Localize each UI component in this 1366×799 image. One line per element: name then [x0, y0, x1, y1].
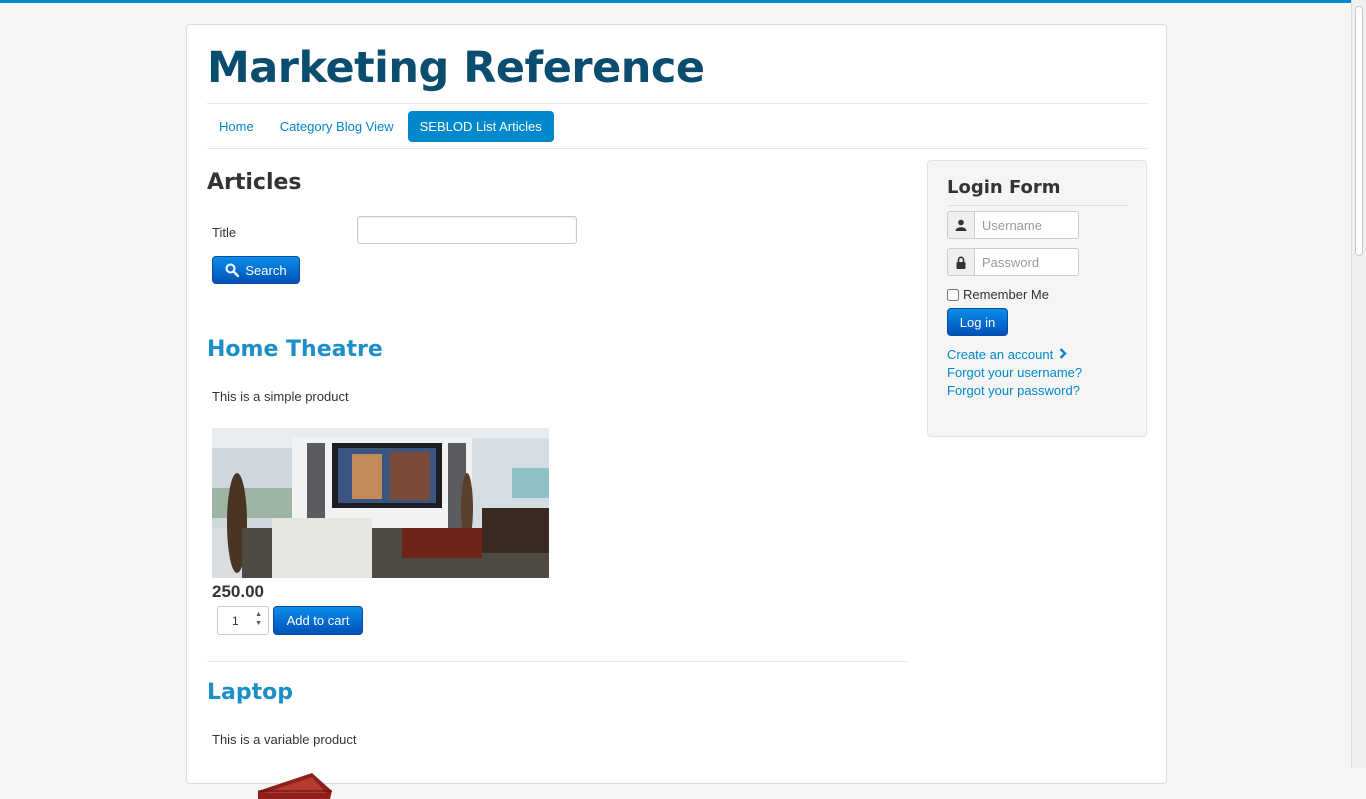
article-description: This is a simple product [212, 389, 349, 404]
username-input[interactable] [975, 211, 1079, 239]
password-input[interactable] [975, 248, 1079, 276]
divider [947, 205, 1128, 206]
chevron-right-icon [1059, 346, 1067, 364]
login-form-title: Login Form [947, 177, 1061, 198]
title-filter-input[interactable] [357, 216, 577, 244]
page-container: Marketing Reference Home Category Blog V… [186, 24, 1167, 799]
main-nav: Home Category Blog View SEBLOD List Arti… [207, 111, 554, 142]
quantity-value: 1 [232, 614, 239, 628]
remember-me[interactable]: Remember Me [947, 287, 1049, 302]
forgot-password-link[interactable]: Forgot your password? [947, 382, 1082, 400]
quantity-stepper[interactable]: 1 ▲ ▼ [217, 606, 269, 635]
add-to-cart-button[interactable]: Add to cart [273, 606, 363, 635]
login-module: Login Form Remember Me [927, 160, 1147, 437]
user-icon [947, 211, 975, 239]
home-theatre-image[interactable] [212, 428, 549, 578]
scrollbar-thumb[interactable] [1355, 6, 1363, 256]
password-field-group [947, 248, 1079, 276]
login-links: Create an account Forgot your username? … [947, 346, 1082, 400]
nav-item-category-blog-view[interactable]: Category Blog View [268, 111, 406, 142]
laptop-image[interactable] [212, 769, 549, 799]
login-button[interactable]: Log in [947, 308, 1008, 336]
spinner-arrows-icon[interactable]: ▲ ▼ [255, 610, 262, 628]
page-title: Articles [207, 170, 302, 195]
nav-item-seblod-list-articles[interactable]: SEBLOD List Articles [407, 111, 554, 142]
forgot-username-link[interactable]: Forgot your username? [947, 364, 1082, 382]
article-title-laptop[interactable]: Laptop [207, 680, 293, 705]
article-title-home-theatre[interactable]: Home Theatre [207, 337, 383, 362]
remember-me-label: Remember Me [963, 287, 1049, 302]
search-button-label: Search [245, 262, 287, 278]
search-icon [225, 263, 240, 277]
vertical-scrollbar[interactable] [1351, 0, 1366, 768]
top-accent-bar [0, 0, 1366, 3]
article-description: This is a variable product [212, 732, 357, 747]
nav-item-home[interactable]: Home [207, 111, 266, 142]
search-button[interactable]: Search [212, 256, 300, 284]
divider [207, 103, 1147, 104]
remember-me-checkbox[interactable] [947, 288, 959, 301]
title-filter-label: Title [212, 225, 237, 240]
divider [207, 148, 1147, 149]
create-account-label: Create an account [947, 347, 1054, 362]
product-price: 250.00 [212, 582, 264, 601]
article-divider [207, 661, 907, 662]
site-title[interactable]: Marketing Reference [207, 43, 705, 93]
create-account-link[interactable]: Create an account [947, 346, 1082, 364]
lock-icon [947, 248, 975, 276]
username-field-group [947, 211, 1079, 239]
